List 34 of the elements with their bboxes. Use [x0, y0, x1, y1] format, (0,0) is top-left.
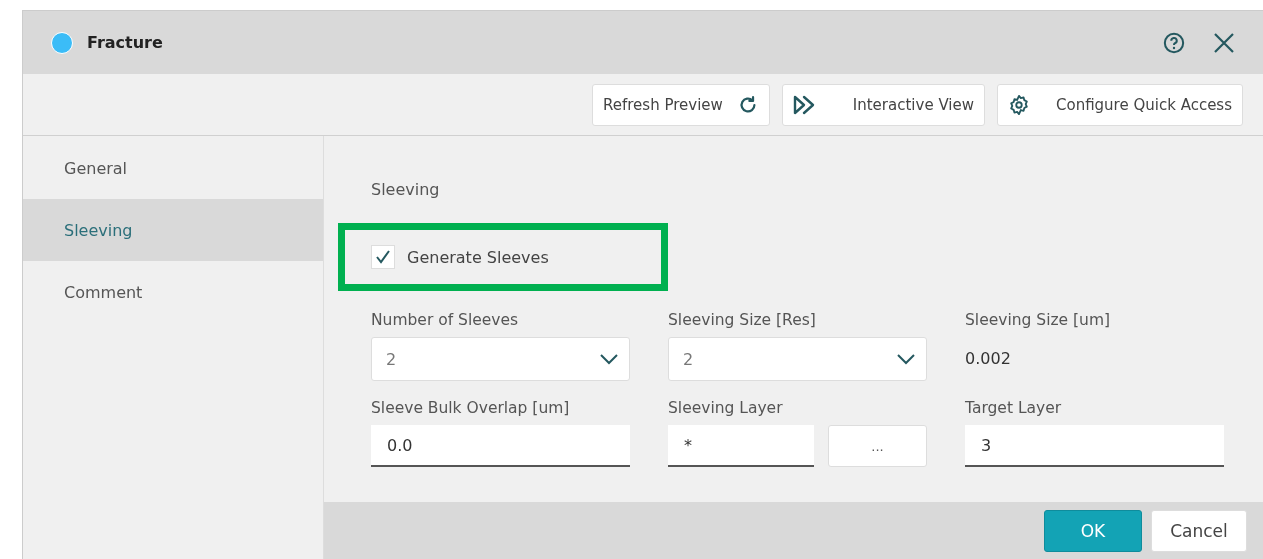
toolbar-button[interactable]: Refresh Preview: [592, 83, 770, 126]
toolbar-button[interactable]: Interactive View: [781, 83, 985, 126]
input-field[interactable]: *: [668, 425, 814, 467]
help-icon: [1163, 31, 1185, 54]
status-dot: [51, 31, 73, 54]
help-button[interactable]: [1163, 31, 1185, 54]
cancel-button[interactable]: Cancel: [1151, 510, 1247, 552]
fast-forward-icon: [792, 93, 817, 116]
dropdown[interactable]: 2: [371, 337, 630, 381]
settings-icon: [1008, 93, 1030, 116]
sidebar-item[interactable]: Sleeving: [23, 199, 323, 261]
sidebar-item[interactable]: Comment: [23, 261, 323, 323]
browse-button[interactable]: ...: [828, 425, 927, 467]
checkbox[interactable]: [371, 245, 395, 269]
field-label: Number of Sleeves: [371, 311, 520, 329]
field-label: Sleeving Size [um]: [965, 311, 1112, 329]
toolbar-button[interactable]: Configure Quick Access: [997, 83, 1243, 126]
chevron-down-icon: [599, 353, 619, 365]
input-field[interactable]: 0.0: [371, 425, 630, 467]
dropdown[interactable]: 2: [668, 337, 927, 381]
input-field[interactable]: 3: [965, 425, 1224, 467]
close-icon: [1213, 31, 1235, 54]
window-title: Fracture: [87, 33, 164, 52]
checkmark-icon: [375, 250, 391, 264]
field-label: Target Layer: [965, 399, 1063, 417]
section-title: Sleeving: [371, 180, 441, 199]
checkbox-label: Generate Sleeves: [407, 247, 549, 267]
field-label: Sleeve Bulk Overlap [um]: [371, 399, 571, 417]
field-label: Sleeving Layer: [668, 399, 784, 417]
close-button[interactable]: [1213, 31, 1235, 54]
field-value: 0.002: [965, 347, 1011, 370]
field-label: Sleeving Size [Res]: [668, 311, 817, 329]
sidebar-item[interactable]: General: [23, 137, 323, 199]
chevron-down-icon: [896, 353, 916, 365]
